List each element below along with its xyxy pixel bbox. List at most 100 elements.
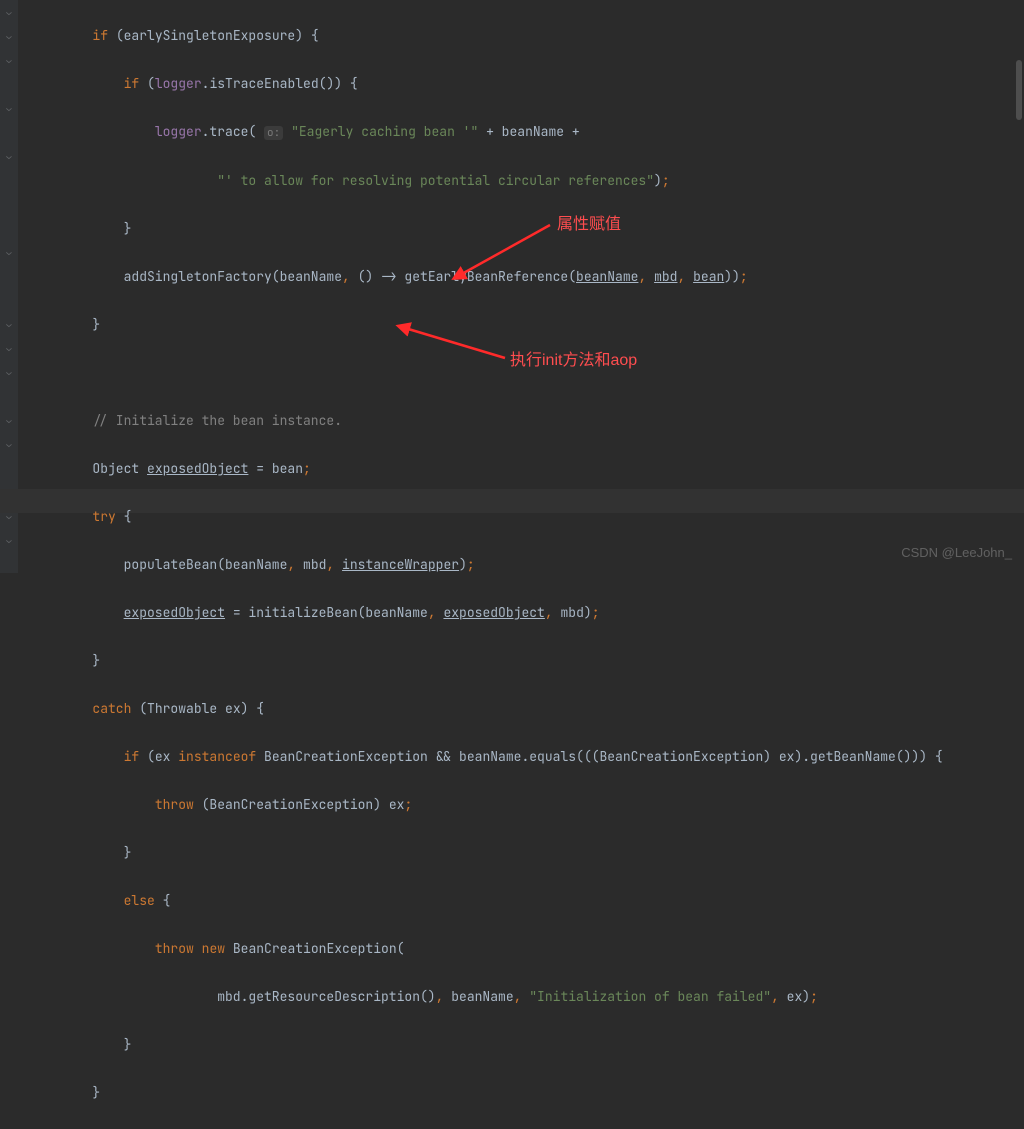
param-bean: bean — [693, 268, 724, 285]
code-line: if (ex instanceof BeanCreationException … — [30, 745, 1024, 769]
keyword-if: if — [92, 27, 108, 44]
code-text: .isTraceEnabled()) { — [202, 75, 358, 92]
keyword-if: if — [124, 75, 140, 92]
code-text: populateBean(beanName — [30, 556, 287, 573]
keyword-try: try — [92, 508, 115, 525]
code-text: mbd.getResourceDescription() — [30, 988, 436, 1005]
semicolon: ; — [592, 604, 600, 621]
var-exposedObject: exposedObject — [147, 460, 248, 477]
code-line: } — [30, 649, 1024, 673]
code-text — [30, 508, 92, 525]
code-text — [30, 892, 124, 909]
code-text — [30, 604, 124, 621]
semicolon: ; — [662, 172, 670, 189]
comment: // Initialize the bean instance. — [92, 412, 342, 429]
keyword-throw: throw — [155, 940, 194, 957]
code-text: } — [30, 220, 131, 237]
code-line: if (earlySingletonExposure) { — [30, 24, 1024, 48]
code-text: Object — [30, 460, 147, 477]
comma: , — [545, 604, 553, 621]
semicolon: ; — [404, 796, 412, 813]
code-editor[interactable]: if (earlySingletonExposure) { if (logger… — [0, 0, 1024, 1129]
param-instanceWrapper: instanceWrapper — [342, 556, 459, 573]
semicolon: ; — [810, 988, 818, 1005]
code-line: Object exposedObject = bean; — [30, 457, 1024, 481]
param-mbd: mbd — [654, 268, 677, 285]
code-line: populateBean(beanName, mbd, instanceWrap… — [30, 553, 1024, 577]
keyword-instanceof: instanceof — [178, 748, 256, 765]
code-line: addSingletonFactory(beanName, () -> getE… — [30, 265, 1024, 289]
field-logger: logger — [155, 123, 202, 140]
keyword-if: if — [124, 748, 140, 765]
annotation-label-1: 属性赋值 — [557, 213, 621, 237]
code-text — [30, 412, 92, 429]
code-line: logger.trace( o: "Eagerly caching bean '… — [30, 120, 1024, 145]
code-line: "' to allow for resolving potential circ… — [30, 169, 1024, 193]
code-text: mbd — [295, 556, 326, 573]
var-exposedObject: exposedObject — [124, 604, 225, 621]
code-line: mbd.getResourceDescription(), beanName, … — [30, 985, 1024, 1009]
string-literal: "' to allow for resolving potential circ… — [217, 172, 654, 189]
code-line: } — [30, 841, 1024, 865]
code-text: } — [30, 844, 131, 861]
code-text — [30, 700, 92, 717]
code-text: { — [155, 892, 171, 909]
code-text: (BeanCreationException) ex — [194, 796, 405, 813]
code-text: } — [30, 1084, 100, 1101]
code-text: ) — [654, 172, 662, 189]
param-hint: o: — [264, 126, 283, 140]
semicolon: ; — [740, 268, 748, 285]
keyword-new: new — [202, 940, 225, 957]
comma: , — [428, 604, 436, 621]
keyword-throw: throw — [155, 796, 194, 813]
param-beanName: beanName — [576, 268, 638, 285]
code-text: .trace( — [202, 123, 257, 140]
comma: , — [514, 988, 522, 1005]
code-text: () -> getEarlyBeanReference( — [350, 268, 576, 285]
code-text: (earlySingletonExposure) { — [108, 27, 319, 44]
code-text: (ex — [139, 748, 178, 765]
code-text: ( — [139, 75, 155, 92]
keyword-catch: catch — [92, 700, 131, 717]
comma: , — [771, 988, 779, 1005]
code-line: throw new BeanCreationException( — [30, 937, 1024, 961]
code-text — [30, 27, 92, 44]
code-line: } — [30, 217, 1024, 241]
code-text: } — [30, 316, 100, 333]
comma: , — [326, 556, 334, 573]
code-line: catch (Throwable ex) { — [30, 697, 1024, 721]
param-exposedObject: exposedObject — [443, 604, 544, 621]
code-text: BeanCreationException( — [225, 940, 404, 957]
field-logger: logger — [155, 75, 202, 92]
code-line: if (logger.isTraceEnabled()) { — [30, 72, 1024, 96]
code-line: else { — [30, 889, 1024, 913]
code-text: ) — [459, 556, 467, 573]
semicolon: ; — [467, 556, 475, 573]
comma: , — [342, 268, 350, 285]
keyword-else: else — [124, 892, 155, 909]
code-line: // Initialize the bean instance. — [30, 409, 1024, 433]
semicolon: ; — [303, 460, 311, 477]
comma: , — [638, 268, 646, 285]
code-text: } — [30, 1036, 131, 1053]
code-text: BeanCreationException && beanName.equals… — [256, 748, 942, 765]
string-literal: "Initialization of bean failed" — [529, 988, 771, 1005]
code-text — [30, 172, 217, 189]
comma: , — [436, 988, 444, 1005]
code-text: addSingletonFactory(beanName — [30, 268, 342, 285]
code-text: ex) — [779, 988, 810, 1005]
code-text: + beanName + — [478, 123, 579, 140]
code-line: exposedObject = initializeBean(beanName,… — [30, 601, 1024, 625]
code-line: } — [30, 1033, 1024, 1057]
code-text: = initializeBean(beanName — [225, 604, 428, 621]
code-text: (Throwable ex) { — [131, 700, 264, 717]
code-text — [30, 123, 155, 140]
annotation-label-2: 执行init方法和aop — [510, 349, 637, 373]
comma: , — [677, 268, 685, 285]
code-text — [30, 75, 124, 92]
code-line: } — [30, 1081, 1024, 1105]
code-line: } — [30, 313, 1024, 337]
code-text — [30, 748, 124, 765]
code-line: try { — [30, 505, 1024, 529]
code-text: mbd) — [553, 604, 592, 621]
